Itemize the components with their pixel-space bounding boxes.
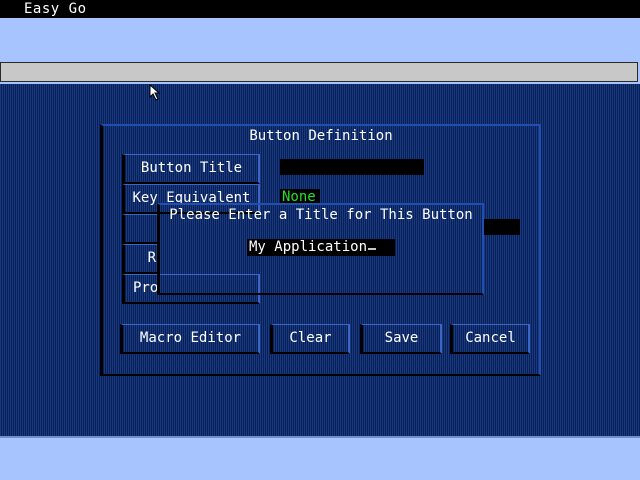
text-cursor-icon	[368, 248, 377, 250]
toolbar-strip	[0, 62, 638, 82]
definition-row3-button[interactable]	[122, 214, 160, 244]
definition-row3-input[interactable]	[484, 219, 520, 235]
macro-editor-button[interactable]: Macro Editor	[120, 324, 260, 354]
cancel-label: Cancel	[465, 330, 516, 346]
arrow-pointer-icon	[149, 84, 161, 101]
title-prompt-text: Please Enter a Title for This Button	[169, 207, 473, 223]
program-label: Pro	[133, 280, 159, 296]
button-title-input[interactable]	[280, 159, 424, 175]
button-title-label: Button Title	[140, 160, 243, 176]
button-title-field-button[interactable]: Button Title	[122, 154, 260, 184]
macro-editor-label: Macro Editor	[139, 330, 242, 346]
definition-row4-button[interactable]: R	[122, 244, 160, 274]
top-menu-band	[0, 18, 640, 62]
title-prompt-dialog: Please Enter a Title for This Button My …	[157, 203, 484, 295]
panel-title: Button Definition	[249, 128, 393, 144]
cancel-button[interactable]: Cancel	[450, 324, 530, 354]
title-input-value: My Application	[249, 239, 368, 255]
bottom-band	[0, 436, 640, 480]
app-title-bar: Easy Go	[0, 0, 640, 18]
app-title: Easy Go	[24, 1, 87, 17]
save-button[interactable]: Save	[360, 324, 442, 354]
clear-label: Clear	[289, 330, 332, 346]
clear-button[interactable]: Clear	[270, 324, 350, 354]
title-input[interactable]: My Application	[247, 239, 395, 256]
definition-row4-label: R	[147, 250, 156, 266]
save-label: Save	[384, 330, 419, 346]
